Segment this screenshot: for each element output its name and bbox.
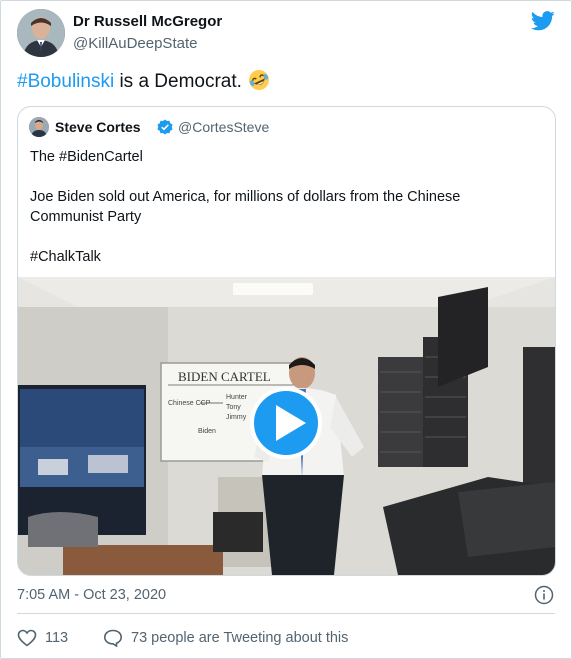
quoted-display-name[interactable]: Steve Cortes [55,119,141,135]
verified-badge-icon [157,119,173,135]
quoted-line-3: Communist Party [30,209,142,225]
rofl-emoji-icon [248,69,270,91]
video-player[interactable]: BIDEN CARTEL Chinese CCP Hunter Tony Jim… [18,277,555,575]
twitter-logo-icon[interactable] [531,11,555,31]
whiteboard-note-5: Biden [198,428,216,435]
like-count: 113 [45,630,69,646]
author-avatar[interactable] [17,9,65,57]
whiteboard-note-3: Tony [226,404,241,411]
tweet-text: #Bobulinski is a Democrat. [17,69,270,95]
whiteboard-note-2: Hunter [226,394,248,401]
quoted-line-1: The #BidenCartel [30,149,143,165]
divider [17,613,555,614]
quoted-tweet[interactable]: Steve Cortes @CortesSteve The #BidenCart… [17,106,556,576]
quoted-line-2: Joe Biden sold out America, for millions… [30,189,461,205]
info-icon[interactable] [534,585,554,605]
quoted-handle[interactable]: @CortesSteve [178,119,269,135]
heart-icon [17,629,37,647]
tweet-timestamp[interactable]: 7:05 AM - Oct 23, 2020 [17,587,166,603]
tweeting-count-text: 73 people are Tweeting about this [131,630,349,646]
whiteboard-note-4: Jimmy [226,414,247,421]
whiteboard-title: BIDEN CARTEL [178,369,271,384]
author-handle[interactable]: @KillAuDeepState [73,35,197,52]
whiteboard-note-1: Chinese CCP [168,400,211,407]
hashtag-link[interactable]: #Bobulinski [17,71,114,92]
quoted-line-4: #ChalkTalk [30,249,101,265]
like-button[interactable]: 113 [17,627,68,649]
author-display-name[interactable]: Dr Russell McGregor [73,13,222,30]
tweet-body: is a Democrat. [114,71,242,92]
quoted-author-avatar[interactable] [29,117,49,137]
speech-bubble-icon [103,629,123,647]
tweet-card: Dr Russell McGregor @KillAuDeepState #Bo… [0,0,572,659]
tweeting-about-button[interactable]: 73 people are Tweeting about this [103,627,348,649]
